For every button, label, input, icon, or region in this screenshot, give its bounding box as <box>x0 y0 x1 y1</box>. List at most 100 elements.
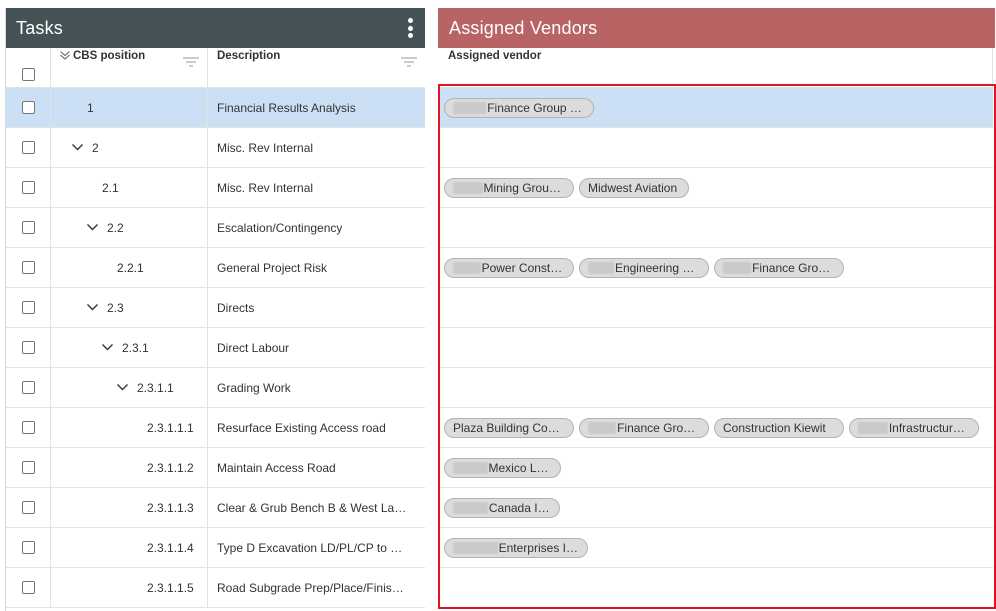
more-options-icon[interactable] <box>403 16 417 40</box>
vendor-row[interactable] <box>438 368 993 408</box>
vendor-chip[interactable]: Construction Kiewit <box>714 417 844 438</box>
description-header[interactable]: Description <box>208 48 425 87</box>
row-checkbox[interactable] <box>21 341 35 354</box>
task-row[interactable]: 2 Misc. Rev Internal <box>6 128 425 168</box>
vendor-row[interactable]: Enterprises Inc <box>438 528 993 568</box>
task-row[interactable]: 1 Financial Results Analysis <box>6 88 425 128</box>
vendor-row[interactable]: Power Construction Engineering Services Fi… <box>438 248 993 288</box>
description-cell: Grading Work <box>208 368 425 407</box>
cbs-position-cell: 2.3 <box>51 288 208 327</box>
cbs-position-cell: 2.2 <box>51 208 208 247</box>
vendor-chip[interactable]: Infrastructure Ltd. <box>849 417 979 438</box>
task-row[interactable]: 2.3.1.1 Grading Work <box>6 368 425 408</box>
cbs-position-label: CBS position <box>73 50 146 62</box>
vendor-chip[interactable]: Power Construction <box>444 257 574 278</box>
description-cell: General Project Risk <box>208 248 425 287</box>
description-cell: Misc. Rev Internal <box>208 128 425 167</box>
task-row[interactable]: 2.3.1.1.5 Road Subgrade Prep/Place/Finish… <box>6 568 425 608</box>
vendor-row[interactable]: Mining Group Ltd. Midwest Aviation <box>438 168 993 208</box>
row-select-cell <box>6 328 51 367</box>
row-checkbox[interactable] <box>21 101 35 114</box>
vendor-row[interactable]: Finance Group Inc. <box>438 88 993 128</box>
row-checkbox[interactable] <box>21 501 35 514</box>
row-checkbox[interactable] <box>21 421 35 434</box>
vendor-row[interactable] <box>438 288 993 328</box>
task-row[interactable]: 2.3.1 Direct Labour <box>6 328 425 368</box>
vendor-chip[interactable]: Mexico LLC <box>444 457 561 478</box>
row-checkbox[interactable] <box>21 181 35 194</box>
cbs-position-cell: 2.3.1.1.2 <box>51 448 208 487</box>
task-row[interactable]: 2.1 Misc. Rev Internal <box>6 168 425 208</box>
vendor-chip[interactable]: Finance Group Inc. <box>714 257 844 278</box>
vendor-chip[interactable]: Finance Group Inc. <box>579 417 709 438</box>
task-row[interactable]: 2.3.1.1.1 Resurface Existing Access road <box>6 408 425 448</box>
cbs-position-text: 2.3.1.1.1 <box>147 420 194 435</box>
vendor-chip-label: Finance Group Inc. <box>487 100 584 115</box>
filter-icon[interactable] <box>401 56 417 68</box>
row-checkbox[interactable] <box>21 461 35 474</box>
vendor-chip[interactable]: Enterprises Inc <box>444 537 588 558</box>
assigned-vendor-header[interactable]: Assigned vendor <box>438 48 993 88</box>
row-checkbox[interactable] <box>21 221 35 234</box>
row-checkbox[interactable] <box>21 301 35 314</box>
row-select-cell <box>6 408 51 447</box>
row-select-cell <box>6 248 51 287</box>
task-row[interactable]: 2.3.1.1.3 Clear & Grub Bench B & West Lay… <box>6 488 425 528</box>
vendor-chip[interactable]: Engineering Services <box>579 257 709 278</box>
vendor-chip[interactable]: Plaza Building Construction <box>444 417 574 438</box>
chevron-down-icon[interactable] <box>116 383 129 392</box>
description-cell: Financial Results Analysis <box>208 88 425 127</box>
row-checkbox[interactable] <box>21 541 35 554</box>
redacted-mark <box>453 181 483 194</box>
vendor-chip-label: Power Construction <box>481 260 564 275</box>
chevron-down-icon[interactable] <box>86 303 99 312</box>
redacted-mark <box>588 421 617 434</box>
chevron-down-icon[interactable] <box>86 223 99 232</box>
redacted-mark <box>858 421 888 434</box>
filter-icon[interactable] <box>183 56 199 68</box>
task-row[interactable]: 2.2 Escalation/Contingency <box>6 208 425 248</box>
vendor-row[interactable]: Plaza Building Construction Finance Group… <box>438 408 993 448</box>
vendor-chip-label: Canada Inc <box>488 500 550 515</box>
description-text: Misc. Rev Internal <box>217 180 314 195</box>
description-text: General Project Risk <box>217 260 328 275</box>
task-row[interactable]: 2.3 Directs <box>6 288 425 328</box>
cbs-position-header[interactable]: CBS position <box>51 48 208 87</box>
vendor-chip-label: Plaza Building Construction <box>453 420 564 435</box>
vendor-chip[interactable]: Canada Inc <box>444 497 560 518</box>
vendor-row[interactable]: Canada Inc <box>438 488 993 528</box>
vendor-rows: Finance Group Inc. Mining Group Ltd. Midwe… <box>438 88 996 608</box>
vendor-row[interactable] <box>438 208 993 248</box>
select-all-checkbox[interactable] <box>21 68 35 81</box>
description-cell: Directs <box>208 288 425 327</box>
assigned-vendors-panel: Assigned Vendors Assigned vendor Finance… <box>438 8 996 611</box>
chevron-down-icon[interactable] <box>71 143 84 152</box>
task-row[interactable]: 2.3.1.1.4 Type D Excavation LD/PL/CP to E… <box>6 528 425 568</box>
vendor-row[interactable] <box>438 568 993 608</box>
description-cell: Resurface Existing Access road <box>208 408 425 447</box>
redacted-mark <box>453 461 488 474</box>
vendor-row[interactable]: Mexico LLC <box>438 448 993 488</box>
task-row[interactable]: 2.3.1.1.2 Maintain Access Road <box>6 448 425 488</box>
description-text: Grading Work <box>217 380 291 395</box>
vendor-chip[interactable]: Finance Group Inc. <box>444 97 594 118</box>
row-checkbox[interactable] <box>21 381 35 394</box>
cbs-position-cell: 2.3.1.1.4 <box>51 528 208 567</box>
task-row[interactable]: 2.2.1 General Project Risk <box>6 248 425 288</box>
row-checkbox[interactable] <box>21 261 35 274</box>
vendor-chip[interactable]: Mining Group Ltd. <box>444 177 574 198</box>
vendor-row[interactable] <box>438 328 993 368</box>
description-text: Escalation/Contingency <box>217 220 343 235</box>
row-checkbox[interactable] <box>21 581 35 594</box>
collapse-all-icon[interactable] <box>59 50 71 62</box>
description-text: Direct Labour <box>217 340 290 355</box>
row-checkbox[interactable] <box>21 141 35 154</box>
vendor-chip[interactable]: Midwest Aviation <box>579 177 689 198</box>
chevron-down-icon[interactable] <box>101 343 114 352</box>
description-cell: Misc. Rev Internal <box>208 168 425 207</box>
cbs-position-text: 2.3.1.1 <box>137 380 174 395</box>
vendor-chip-label: Enterprises Inc <box>498 540 578 555</box>
vendor-chip-label: Infrastructure Ltd. <box>888 420 969 435</box>
row-select-cell <box>6 168 51 207</box>
vendor-row[interactable] <box>438 128 993 168</box>
